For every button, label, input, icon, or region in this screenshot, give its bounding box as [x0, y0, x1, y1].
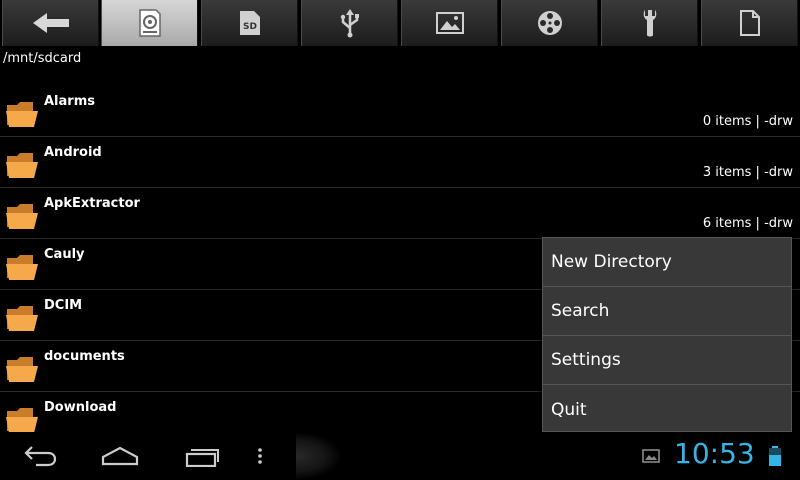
- file-name: documents: [44, 349, 125, 364]
- folder-icon: [6, 102, 38, 127]
- status-clock: 10:53: [674, 437, 755, 470]
- toolbar: SD: [0, 0, 800, 47]
- menu-item-search[interactable]: Search: [543, 287, 791, 336]
- folder-icon: [6, 408, 38, 432]
- gallery-notification-icon: [642, 449, 660, 463]
- menu-item-quit[interactable]: Quit: [543, 385, 791, 434]
- svg-text:SD: SD: [243, 22, 257, 32]
- options-menu: New Directory Search Settings Quit: [542, 237, 792, 432]
- list-item[interactable]: ApkExtractor 6 items | -drw: [0, 188, 800, 239]
- list-item[interactable]: Android 3 items | -drw: [0, 137, 800, 188]
- menu-item-settings[interactable]: Settings: [543, 336, 791, 385]
- battery-icon: [769, 446, 781, 466]
- video-icon: [537, 11, 562, 35]
- back-button[interactable]: [2, 0, 99, 46]
- folder-icon: [6, 255, 38, 280]
- file-name: Alarms: [44, 94, 95, 109]
- battery-indicator: [764, 432, 786, 480]
- file-name: ApkExtractor: [44, 196, 140, 211]
- back-arrow-icon: [32, 13, 69, 33]
- menu-item-new-directory[interactable]: New Directory: [543, 238, 791, 287]
- usb-button[interactable]: [301, 0, 398, 46]
- nav-recents-icon: [185, 449, 219, 467]
- tools-button[interactable]: [601, 0, 698, 46]
- document-icon: [739, 10, 760, 36]
- nav-home-button[interactable]: [98, 432, 142, 480]
- file-name: DCIM: [44, 298, 83, 313]
- overflow-menu-icon: [258, 448, 262, 464]
- file-name: Cauly: [44, 247, 85, 262]
- folder-icon: [6, 204, 38, 229]
- document-button[interactable]: [701, 0, 798, 46]
- wrench-icon: [643, 10, 656, 37]
- folder-icon: [6, 306, 38, 331]
- sd-card-icon: SD: [239, 11, 260, 35]
- nav-back-button[interactable]: [18, 432, 62, 480]
- sd-card-button[interactable]: SD: [201, 0, 298, 46]
- folder-icon: [6, 153, 38, 178]
- video-button[interactable]: [501, 0, 598, 46]
- file-meta: 6 items | -drw: [702, 216, 793, 231]
- nav-menu-button[interactable]: [250, 432, 270, 480]
- notification-image[interactable]: [640, 432, 662, 480]
- file-name: Android: [44, 145, 102, 160]
- image-icon: [435, 12, 464, 34]
- file-meta: 0 items | -drw: [702, 114, 793, 129]
- current-path: /mnt/sdcard: [3, 51, 82, 66]
- file-name: Download: [44, 400, 117, 415]
- usb-icon: [340, 9, 359, 38]
- file-meta: 3 items | -drw: [702, 165, 793, 180]
- nav-glow: [296, 432, 342, 480]
- folder-icon: [6, 357, 38, 382]
- image-button[interactable]: [401, 0, 498, 46]
- internal-storage-button[interactable]: [101, 0, 198, 46]
- internal-storage-icon: [138, 9, 161, 37]
- nav-back-icon: [24, 446, 57, 467]
- nav-home-icon: [101, 446, 139, 466]
- list-item[interactable]: Alarms 0 items | -drw: [0, 86, 800, 137]
- nav-recents-button[interactable]: [180, 432, 224, 480]
